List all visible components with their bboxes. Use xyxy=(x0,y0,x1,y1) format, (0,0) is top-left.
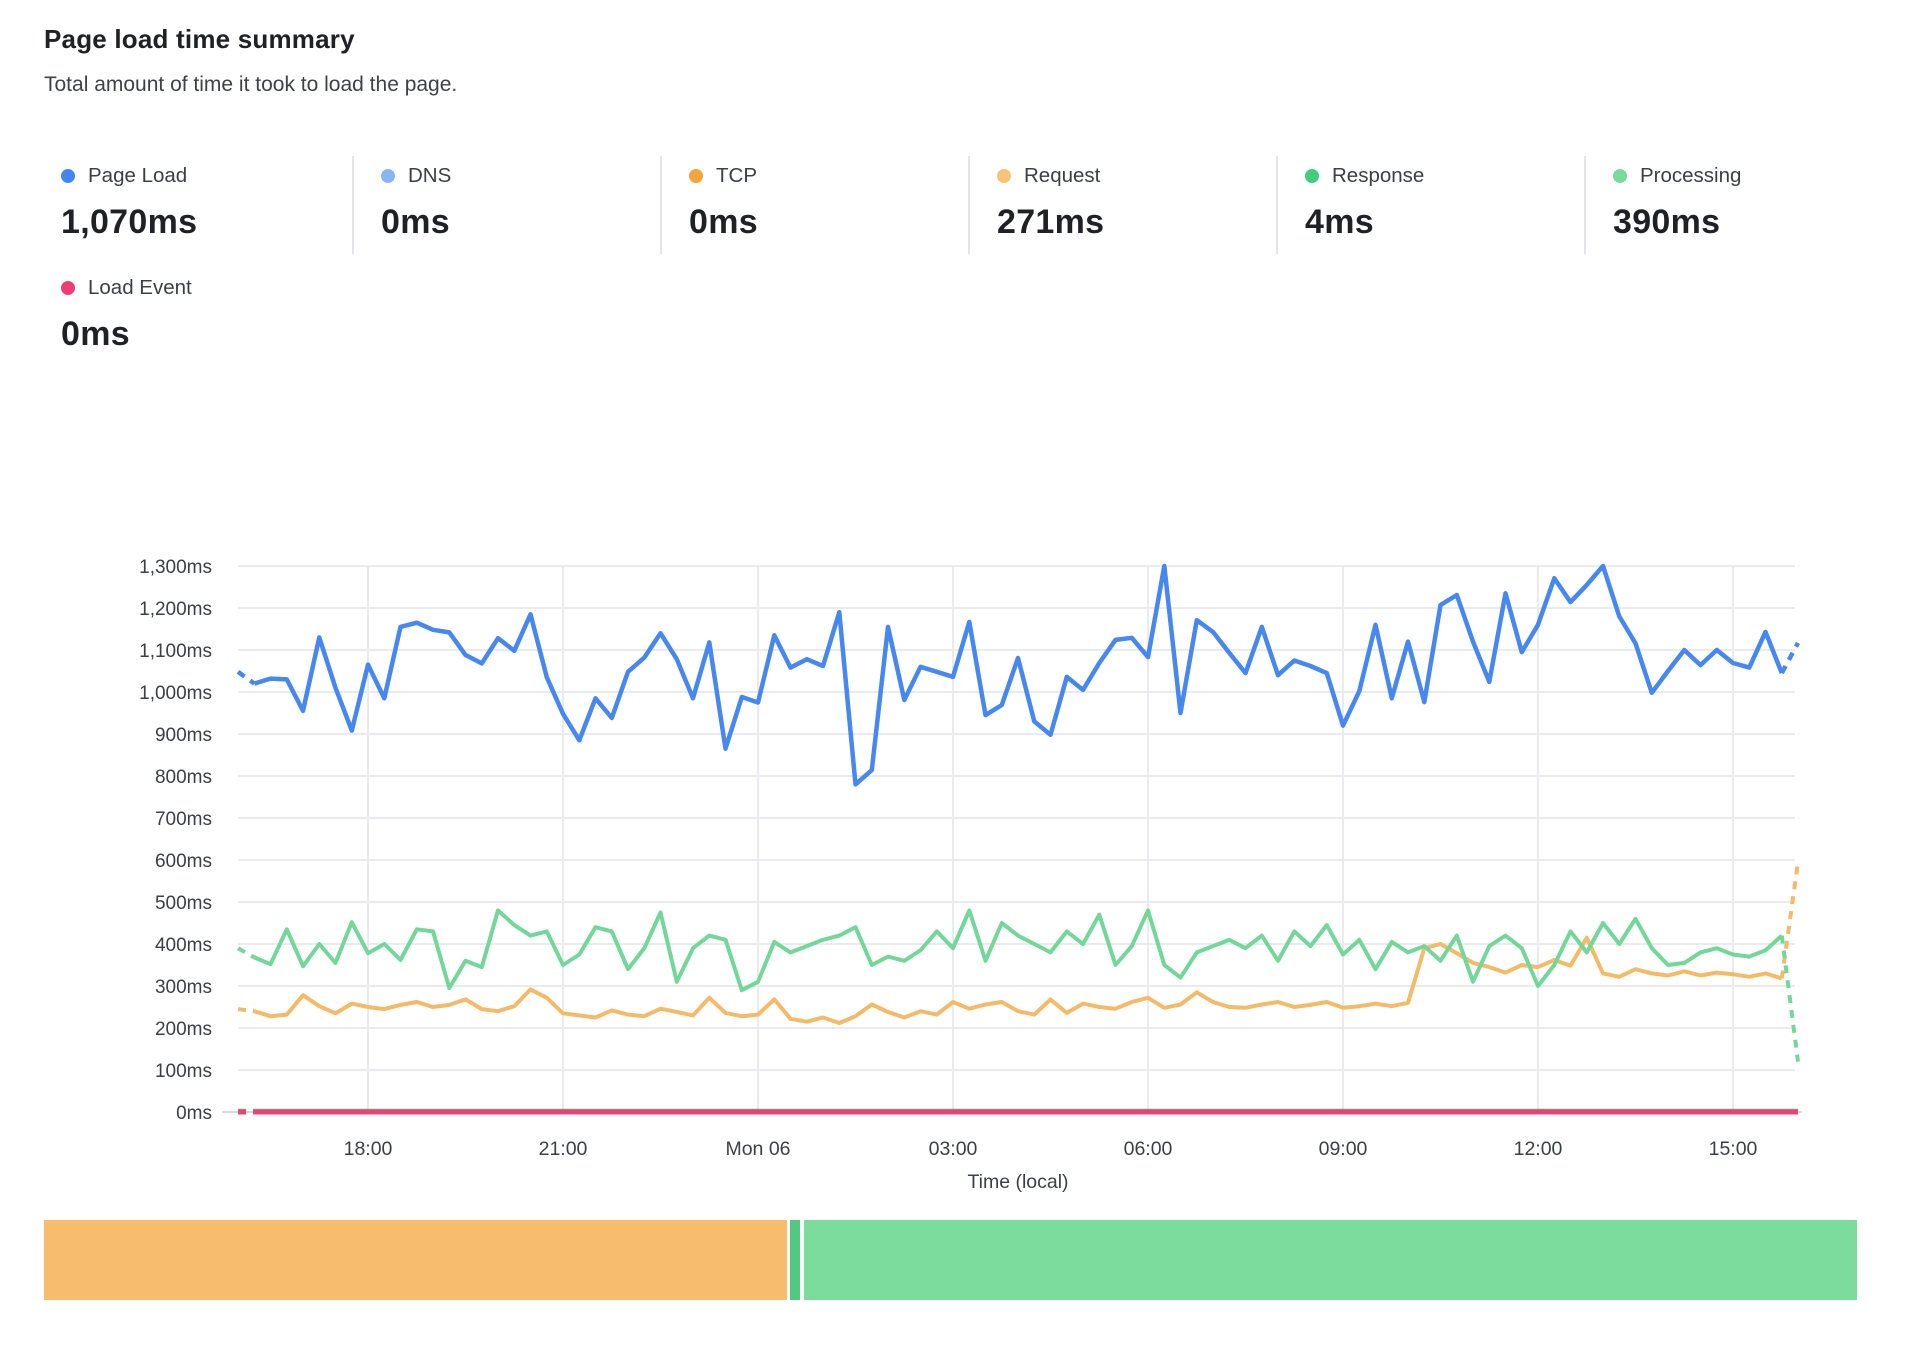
load-event-legend-dot-icon xyxy=(61,281,75,295)
metric-label: Request xyxy=(1024,164,1100,188)
metric-header: DNS xyxy=(381,164,660,188)
metric-header: Page Load xyxy=(61,164,352,188)
y-axis-tick-label: 1,100ms xyxy=(139,641,212,662)
metric-card-dns[interactable]: DNS 0ms xyxy=(352,156,660,254)
y-axis-tick-label: 0ms xyxy=(176,1103,212,1124)
metric-card-processing[interactable]: Processing 390ms xyxy=(1584,156,1892,254)
processing-legend-dot-icon xyxy=(1613,169,1627,183)
x-axis-tick-label: 21:00 xyxy=(539,1138,588,1160)
y-axis-tick-label: 1,000ms xyxy=(139,683,212,704)
metrics-row: Page Load 1,070ms DNS 0ms TCP 0ms Request 271ms… xyxy=(44,156,1892,254)
metric-label: Page Load xyxy=(88,164,187,188)
metric-header: Load Event xyxy=(61,276,404,300)
page-load-legend-dot-icon xyxy=(61,169,75,183)
bar-segment-request xyxy=(44,1220,787,1300)
series-line-request xyxy=(254,938,1782,1023)
metric-card-load-event[interactable]: Load Event 0ms xyxy=(44,268,404,366)
series-line-page-load-dashed-start xyxy=(238,672,254,684)
series-line-request-dashed-end xyxy=(1782,862,1798,978)
page-load-summary-panel: Page load time summary Total amount of t… xyxy=(0,0,1910,1352)
series-line-page-load-dashed-end xyxy=(1782,643,1798,673)
page-subtitle: Total amount of time it took to load the… xyxy=(44,73,457,97)
metric-header: TCP xyxy=(689,164,968,188)
x-axis-tick-label: 06:00 xyxy=(1124,1138,1173,1160)
series-line-request-dashed-start xyxy=(238,1009,254,1011)
metric-card-page-load[interactable]: Page Load 1,070ms xyxy=(44,156,352,254)
timing-stacked-bar xyxy=(44,1220,1857,1300)
series-line-processing-dashed-end xyxy=(1782,936,1798,1062)
series-line-processing-dashed-start xyxy=(238,948,254,957)
bar-segment-processing xyxy=(804,1220,1857,1300)
metric-card-request[interactable]: Request 271ms xyxy=(968,156,1276,254)
metric-label: Load Event xyxy=(88,276,192,300)
metric-label: Response xyxy=(1332,164,1424,188)
metric-value: 0ms xyxy=(689,203,968,242)
page-title: Page load time summary xyxy=(44,24,355,55)
load-time-chart-svg: 0ms 100ms 200ms 300ms 400ms 500ms 600ms 700ms 80… xyxy=(0,540,1910,1206)
metric-value: 1,070ms xyxy=(61,203,352,242)
dns-legend-dot-icon xyxy=(381,169,395,183)
metric-value: 4ms xyxy=(1305,203,1584,242)
y-axis-tick-label: 800ms xyxy=(155,767,212,788)
x-axis-tick-label: 09:00 xyxy=(1319,1138,1368,1160)
bar-segment-response xyxy=(790,1220,800,1300)
metric-header: Response xyxy=(1305,164,1584,188)
x-axis-tick-label: 15:00 xyxy=(1709,1138,1758,1160)
y-axis-tick-label: 200ms xyxy=(155,1019,212,1040)
x-axis-tick-label: Mon 06 xyxy=(725,1138,790,1160)
tcp-legend-dot-icon xyxy=(689,169,703,183)
metrics-row-2: Load Event 0ms xyxy=(44,268,404,366)
y-axis-tick-label: 600ms xyxy=(155,851,212,872)
y-axis-tick-label: 900ms xyxy=(155,725,212,746)
y-axis-tick-label: 300ms xyxy=(155,977,212,998)
metric-value: 0ms xyxy=(61,315,404,354)
metric-card-response[interactable]: Response 4ms xyxy=(1276,156,1584,254)
y-axis-tick-label: 500ms xyxy=(155,893,212,914)
x-axis-tick-label: 12:00 xyxy=(1514,1138,1563,1160)
metric-value: 0ms xyxy=(381,203,660,242)
request-legend-dot-icon xyxy=(997,169,1011,183)
x-axis-tick-label: 03:00 xyxy=(929,1138,978,1160)
metric-value: 390ms xyxy=(1613,203,1892,242)
metric-label: DNS xyxy=(408,164,451,188)
load-time-chart: 0ms 100ms 200ms 300ms 400ms 500ms 600ms 700ms 80… xyxy=(0,540,1910,1206)
x-axis-tick-label: 18:00 xyxy=(344,1138,393,1160)
metric-label: Processing xyxy=(1640,164,1741,188)
metric-card-tcp[interactable]: TCP 0ms xyxy=(660,156,968,254)
metric-header: Processing xyxy=(1613,164,1892,188)
y-axis-tick-label: 1,200ms xyxy=(139,599,212,620)
metric-value: 271ms xyxy=(997,203,1276,242)
y-axis-tick-label: 1,300ms xyxy=(139,557,212,578)
x-axis-title: Time (local) xyxy=(967,1171,1068,1193)
y-axis-tick-label: 400ms xyxy=(155,935,212,956)
metric-label: TCP xyxy=(716,164,757,188)
y-axis-tick-label: 100ms xyxy=(155,1061,212,1082)
series-line-page-load xyxy=(254,566,1782,784)
response-legend-dot-icon xyxy=(1305,169,1319,183)
series-line-processing xyxy=(254,910,1782,990)
y-axis-tick-label: 700ms xyxy=(155,809,212,830)
metric-header: Request xyxy=(997,164,1276,188)
